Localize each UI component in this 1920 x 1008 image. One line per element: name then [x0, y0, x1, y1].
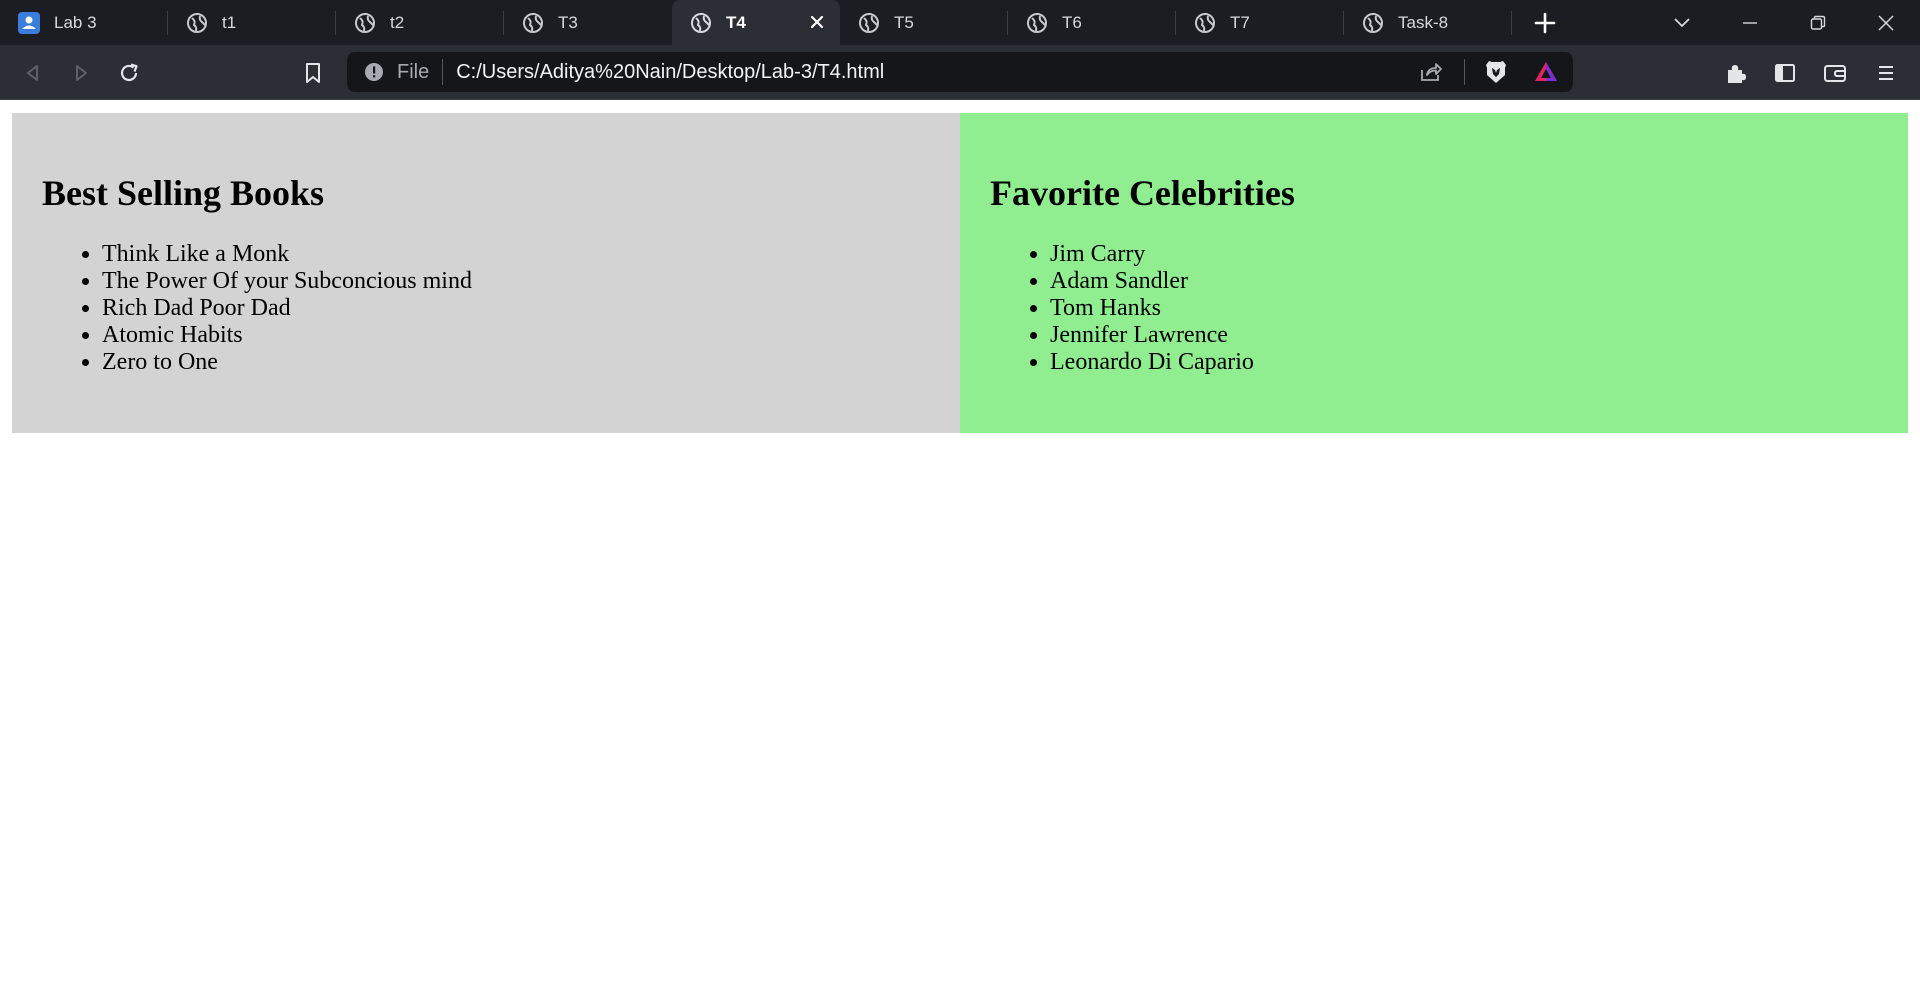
- minimize-button[interactable]: [1716, 0, 1784, 45]
- app-icon: [18, 11, 40, 34]
- bookmark-icon: [306, 63, 320, 83]
- tab-label: t1: [222, 12, 237, 32]
- minimize-icon: [1743, 21, 1757, 24]
- globe-icon: [354, 12, 376, 34]
- address-bar[interactable]: File C:/Users/Aditya%20Nain/Desktop/Lab-…: [347, 52, 1573, 92]
- extensions-button[interactable]: [1718, 55, 1754, 91]
- celebrities-heading: Favorite Celebrities: [990, 173, 1295, 213]
- tab-task-8[interactable]: Task-8: [1344, 0, 1512, 45]
- list-item: Jim Carry: [1050, 241, 1878, 268]
- books-heading: Best Selling Books: [42, 173, 325, 213]
- tab-label: Task-8: [1398, 12, 1449, 32]
- tab-search-button[interactable]: [1648, 0, 1716, 45]
- list-item: Zero to One: [102, 349, 930, 376]
- scheme-label: File: [397, 60, 430, 83]
- info-icon[interactable]: [363, 61, 385, 83]
- tab-label: T4: [726, 12, 746, 32]
- list-item: The Power Of your Subconcious mind: [102, 268, 930, 295]
- globe-icon: [1362, 12, 1384, 34]
- sidebar-icon: [1775, 64, 1795, 82]
- brave-rewards-icon[interactable]: [1531, 57, 1561, 87]
- plus-icon: [1534, 12, 1556, 33]
- new-tab-button[interactable]: [1512, 0, 1578, 45]
- close-tab-icon[interactable]: [806, 11, 828, 33]
- globe-icon: [1026, 12, 1048, 34]
- url-separator: [442, 59, 444, 85]
- bookmark-button[interactable]: [295, 55, 331, 91]
- globe-icon: [1194, 12, 1216, 34]
- tab-t6[interactable]: T6: [1008, 0, 1176, 45]
- list-item: Leonardo Di Capario: [1050, 349, 1878, 376]
- tab-t5[interactable]: T5: [840, 0, 1008, 45]
- books-list: Think Like a Monk The Power Of your Subc…: [42, 241, 930, 376]
- forward-arrow-icon: [76, 65, 87, 81]
- close-window-button[interactable]: [1852, 0, 1920, 45]
- tab-t7[interactable]: T7: [1176, 0, 1344, 45]
- forward-button[interactable]: [63, 55, 99, 91]
- chevron-down-icon: [1674, 17, 1690, 27]
- tab-label: T5: [894, 12, 914, 32]
- hamburger-menu-icon: [1879, 66, 1893, 80]
- list-item: Rich Dad Poor Dad: [102, 295, 930, 322]
- list-item: Atomic Habits: [102, 322, 930, 349]
- panels-container: Best Selling Books Think Like a Monk The…: [12, 113, 1908, 433]
- restore-button[interactable]: [1784, 0, 1852, 45]
- books-panel: Best Selling Books Think Like a Monk The…: [12, 113, 960, 433]
- tab-t2[interactable]: t2: [336, 0, 504, 45]
- tab-label: Lab 3: [54, 12, 97, 32]
- brave-shields-icon[interactable]: [1481, 57, 1511, 87]
- list-item: Think Like a Monk: [102, 241, 930, 268]
- tab-label: T7: [1230, 12, 1250, 32]
- url-separator: [1464, 59, 1465, 85]
- back-arrow-icon: [27, 65, 38, 81]
- celebrities-list: Jim Carry Adam Sandler Tom Hanks Jennife…: [990, 241, 1878, 376]
- celebrities-panel: Favorite Celebrities Jim Carry Adam Sand…: [960, 113, 1908, 433]
- menu-button[interactable]: [1868, 55, 1904, 91]
- sidebar-button[interactable]: [1767, 55, 1803, 91]
- tab-label: T3: [558, 12, 578, 32]
- wallet-button[interactable]: [1817, 55, 1853, 91]
- close-icon: [1878, 14, 1894, 31]
- tab-strip-spacer: [1578, 0, 1648, 45]
- restore-icon: [1810, 15, 1826, 30]
- url-text[interactable]: C:/Users/Aditya%20Nain/Desktop/Lab-3/T4.…: [456, 61, 1416, 84]
- puzzle-icon: [1728, 65, 1746, 83]
- list-item: Tom Hanks: [1050, 295, 1878, 322]
- back-button[interactable]: [15, 55, 51, 91]
- tab-strip: Lab 3 t1 t2 T3 T4 T5 T6 T7 Task-8: [0, 0, 1920, 45]
- list-item: Adam Sandler: [1050, 268, 1878, 295]
- list-item: Jennifer Lawrence: [1050, 322, 1878, 349]
- tab-label: t2: [390, 12, 405, 32]
- web-page: Best Selling Books Think Like a Monk The…: [0, 101, 1920, 1008]
- browser-toolbar: File C:/Users/Aditya%20Nain/Desktop/Lab-…: [0, 45, 1920, 100]
- globe-icon: [858, 12, 880, 34]
- reload-icon: [120, 63, 138, 82]
- reload-button[interactable]: [111, 55, 147, 91]
- share-icon[interactable]: [1416, 57, 1446, 87]
- tab-lab-3[interactable]: Lab 3: [0, 0, 168, 45]
- globe-icon: [690, 12, 712, 34]
- tab-t4[interactable]: T4: [672, 0, 840, 45]
- wallet-icon: [1824, 65, 1846, 82]
- globe-icon: [522, 12, 544, 34]
- tab-t3[interactable]: T3: [504, 0, 672, 45]
- globe-icon: [186, 12, 208, 34]
- tab-label: T6: [1062, 12, 1082, 32]
- tab-t1[interactable]: t1: [168, 0, 336, 45]
